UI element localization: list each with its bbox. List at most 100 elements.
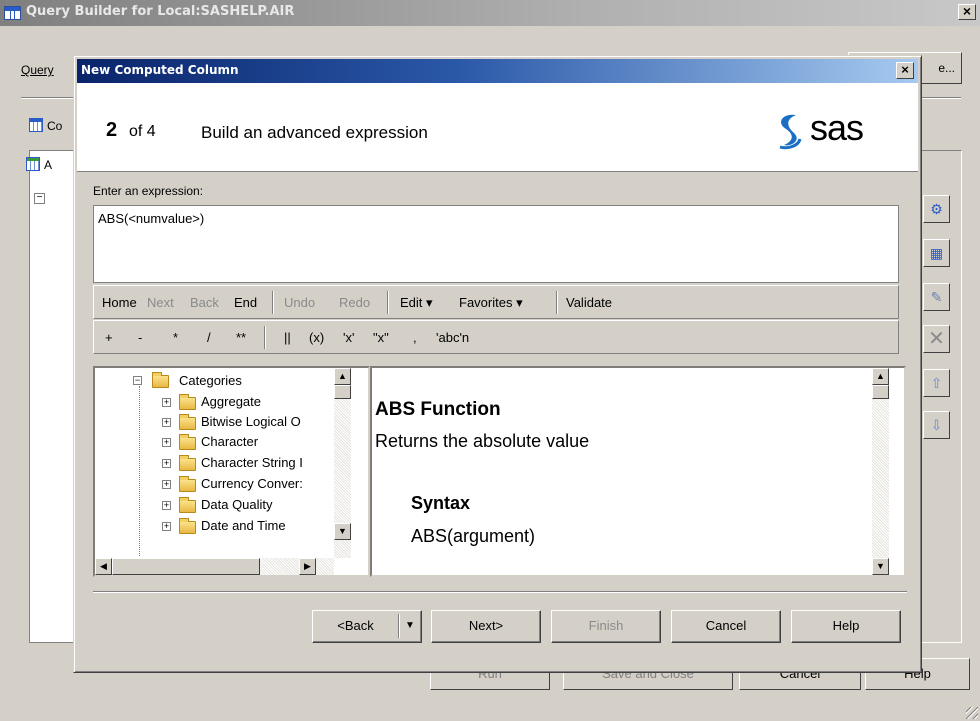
undo-button[interactable]: Undo	[284, 295, 315, 310]
operator-power[interactable]: **	[236, 330, 246, 345]
tree-expand-icon[interactable]: +	[162, 418, 171, 427]
scroll-thumb[interactable]	[112, 558, 260, 575]
tree-expand-icon[interactable]: +	[162, 501, 171, 510]
tree-expand-icon[interactable]: +	[162, 480, 171, 489]
add-column-icon	[26, 157, 40, 171]
computed-columns-icon	[29, 118, 43, 132]
computed-columns-label: Co	[29, 118, 62, 133]
step-number: 2	[106, 119, 118, 141]
scroll-down-icon[interactable]: ▼	[872, 558, 889, 575]
folder-icon	[152, 372, 169, 388]
operator-plus[interactable]: +	[105, 330, 113, 345]
tree-horizontal-scrollbar[interactable]: ◀ ▶	[95, 558, 334, 575]
back-button[interactable]: <Back ▼	[312, 610, 422, 643]
tree-item[interactable]: Character String I	[201, 455, 303, 470]
tree-item[interactable]: Data Quality	[201, 497, 273, 512]
delete-icon[interactable]: ✕	[923, 325, 950, 353]
operator-single-quote[interactable]: 'x'	[343, 330, 354, 345]
back-nav-button[interactable]: Back	[190, 295, 219, 310]
scroll-left-icon[interactable]: ◀	[95, 558, 112, 575]
scroll-up-icon[interactable]: ▲	[872, 368, 889, 385]
folder-icon	[179, 414, 196, 430]
tree-expand-icon[interactable]: +	[162, 522, 171, 531]
cancel-button[interactable]: Cancel	[671, 610, 781, 643]
dialog-title: New Computed Column	[81, 63, 239, 77]
menu-query[interactable]: Query	[21, 63, 54, 77]
scroll-down-icon[interactable]: ▼	[334, 523, 351, 540]
help-vertical-scrollbar[interactable]: ▲ ▼	[872, 368, 889, 575]
dialog-close-button[interactable]: ×	[896, 62, 914, 79]
tree-item-categories[interactable]: Categories	[179, 373, 242, 388]
resize-grip-icon[interactable]	[966, 707, 978, 719]
validate-button[interactable]: Validate	[566, 295, 612, 310]
sas-swirl-icon	[779, 114, 802, 150]
new-computed-column-dialog: New Computed Column × 2 of 4 Build an ad…	[73, 55, 922, 673]
operator-divide[interactable]: /	[207, 330, 211, 345]
dropdown-arrow-icon[interactable]: ▼	[405, 611, 415, 641]
operator-name-literal[interactable]: 'abc'n	[436, 330, 469, 345]
computed-columns-text: Co	[47, 119, 63, 133]
expression-input[interactable]: ABS(<numvalue>)	[93, 205, 899, 283]
scroll-right-icon[interactable]: ▶	[299, 558, 316, 575]
scroll-thumb[interactable]	[872, 385, 889, 399]
footer-divider	[93, 591, 907, 593]
function-help-pane: ABS Function Returns the absolute value …	[370, 366, 906, 577]
query-builder-icon	[4, 6, 21, 20]
edit-menu-button[interactable]: Edit ▾	[400, 295, 433, 311]
folder-icon	[179, 434, 196, 450]
tree-item[interactable]: Currency Conver:	[201, 476, 303, 491]
end-button[interactable]: End	[234, 295, 257, 310]
operator-concat[interactable]: ||	[284, 330, 291, 345]
function-tree[interactable]: − Categories + Aggregate + Bitwise Logic…	[93, 366, 370, 577]
next-button[interactable]: Next>	[431, 610, 541, 643]
folder-icon	[179, 455, 196, 471]
move-down-icon[interactable]: ⇩	[923, 411, 950, 439]
toolbar-separator	[272, 291, 274, 314]
operator-comma[interactable]: ,	[413, 330, 417, 345]
tree-item[interactable]: Date and Time	[201, 518, 286, 534]
finish-button[interactable]: Finish	[551, 610, 661, 643]
folder-icon	[179, 518, 196, 534]
scroll-up-icon[interactable]: ▲	[334, 368, 351, 385]
tree-collapse-icon[interactable]: −	[34, 193, 45, 204]
home-button[interactable]: Home	[102, 295, 137, 310]
query-builder-close-button[interactable]: ×	[958, 4, 976, 20]
help-function-description: Returns the absolute value	[375, 431, 590, 451]
folder-icon	[179, 394, 196, 410]
move-up-icon[interactable]: ⇧	[923, 369, 950, 397]
sas-logo: sas	[772, 107, 902, 153]
run-query-icon[interactable]: ⚙	[923, 195, 950, 223]
next-nav-button[interactable]: Next	[147, 295, 174, 310]
tree-expand-icon[interactable]: +	[162, 459, 171, 468]
operator-toolbar: + - * / ** || (x) 'x' "x" , 'abc'n	[93, 320, 899, 354]
favorites-menu-button[interactable]: Favorites ▾	[459, 295, 523, 311]
step-of-total: of 4	[129, 123, 156, 140]
query-builder-titlebar: Query Builder for Local:SASHELP.AIR	[0, 0, 980, 26]
expression-toolbar: Home Next Back End Undo Redo Edit ▾ Favo…	[93, 285, 899, 319]
redo-button[interactable]: Redo	[339, 295, 370, 310]
add-column-tab[interactable]: A	[26, 157, 52, 172]
sas-logo-text: sas	[810, 107, 864, 148]
operator-multiply[interactable]: *	[173, 330, 178, 345]
tree-item[interactable]: Aggregate	[201, 394, 261, 409]
tree-vertical-scrollbar[interactable]: ▲ ▼	[334, 368, 351, 558]
wizard-header: 2 of 4 Build an advanced expression sas	[77, 83, 918, 172]
table-icon[interactable]: ▦	[923, 239, 950, 267]
tree-expand-icon[interactable]: +	[162, 438, 171, 447]
help-button[interactable]: Help	[791, 610, 901, 643]
help-syntax-text: ABS(argument)	[411, 526, 536, 546]
operator-double-quote[interactable]: "x"	[373, 330, 389, 345]
edit-icon[interactable]: ✎	[923, 283, 950, 311]
help-function-title: ABS Function	[375, 399, 501, 420]
tree-collapse-icon[interactable]: −	[133, 376, 142, 385]
expression-label: Enter an expression:	[93, 184, 204, 198]
tree-expand-icon[interactable]: +	[162, 398, 171, 407]
tree-item[interactable]: Bitwise Logical O	[201, 414, 301, 429]
step-title: Build an advanced expression	[201, 123, 428, 142]
add-column-text: A	[44, 158, 53, 172]
scroll-thumb[interactable]	[334, 385, 351, 399]
query-builder-title: Query Builder for Local:SASHELP.AIR	[26, 4, 295, 19]
tree-item[interactable]: Character	[201, 434, 258, 449]
operator-parentheses[interactable]: (x)	[309, 330, 324, 345]
operator-minus[interactable]: -	[138, 330, 142, 345]
